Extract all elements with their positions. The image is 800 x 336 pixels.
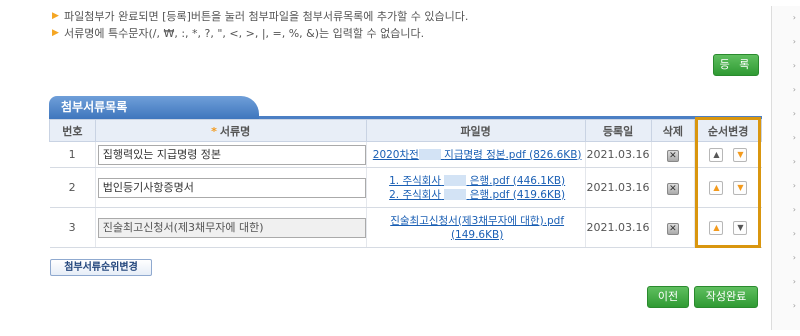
table-row: 1 집행력있는 지급명령 정본 2020차전 지급명령 정본.pdf (826.… (49, 141, 762, 168)
notice-text: 서류명에 특수문자(/, ₩, :, *, ?, ", <, >, |, =, … (64, 27, 425, 40)
attachment-table: 번호 * 서류명 파일명 등록일 삭제 순서변경 1 집행력있는 지급명령 정본 … (49, 119, 762, 248)
row-no: 2 (49, 167, 96, 208)
table-row: 3 진술최고신청서(제3채무자에 대한) 진술최고신청서(제3채무자에 대한).… (49, 207, 762, 248)
complete-button[interactable]: 작성완료 (694, 286, 758, 308)
section-tab-bar: 첨부서류목록 (49, 96, 762, 119)
chevron-right-icon[interactable]: › (772, 174, 800, 198)
row-no: 1 (49, 141, 96, 168)
delete-cell: ✕ (650, 141, 695, 168)
file-link[interactable]: 1. 주식회사 은행.pdf (446.1KB) (370, 174, 585, 188)
delete-x-icon[interactable]: ✕ (666, 182, 679, 195)
file-link[interactable]: 2. 주식회사 은행.pdf (419.6KB) (370, 188, 585, 202)
reg-date: 2021.03.16 (584, 207, 652, 248)
doc-name-cell: 집행력있는 지급명령 정본 (94, 141, 367, 168)
delete-x-icon[interactable]: ✕ (666, 222, 679, 235)
file-link-suffix: 은행.pdf (419.6KB) (469, 188, 566, 201)
table-row: 2 법인등기사항증명서 1. 주식회사 은행.pdf (446.1KB) 2. … (49, 167, 762, 208)
file-link-prefix: 2020차전 (372, 148, 419, 161)
delete-cell: ✕ (650, 167, 695, 208)
delete-x-icon[interactable]: ✕ (666, 149, 679, 162)
doc-name-input[interactable]: 집행력있는 지급명령 정본 (97, 144, 366, 165)
chevron-right-icon[interactable]: › (772, 126, 800, 150)
notice-list: ▶ 파일첨부가 완료되면 [등록]버튼을 눌러 첨부파일을 첨부서류목록에 추가… (52, 8, 468, 42)
doc-name-cell: 진술최고신청서(제3채무자에 대한) (94, 207, 367, 248)
file-link-suffix: 은행.pdf (446.1KB) (469, 174, 566, 187)
chevron-right-icon[interactable]: › (772, 150, 800, 174)
table-header-row: 번호 * 서류명 파일명 등록일 삭제 순서변경 (49, 119, 762, 142)
prev-button[interactable]: 이전 (647, 286, 689, 308)
chevron-right-icon[interactable]: › (772, 270, 800, 294)
chevron-right-icon[interactable]: › (772, 78, 800, 102)
doc-name-input: 진술최고신청서(제3채무자에 대한) (97, 217, 366, 238)
col-doc-name: * 서류명 (94, 119, 367, 142)
section-title: 첨부서류목록 (49, 96, 259, 119)
redaction-mask (444, 189, 467, 200)
col-no: 번호 (49, 119, 96, 142)
file-cell: 1. 주식회사 은행.pdf (446.1KB) 2. 주식회사 은행.pdf … (365, 167, 586, 208)
notice-text: 파일첨부가 완료되면 [등록]버튼을 눌러 첨부파일을 첨부서류목록에 추가할 … (64, 10, 469, 23)
file-link[interactable]: 2020차전 지급명령 정본.pdf (826.6KB) (370, 148, 585, 162)
col-reg-date: 등록일 (584, 119, 652, 142)
file-link-prefix: 2. 주식회사 (389, 188, 442, 201)
chevron-right-icon[interactable]: › (772, 6, 800, 30)
delete-cell: ✕ (650, 207, 695, 248)
move-up-button[interactable]: ▲ (709, 221, 724, 235)
row-no: 3 (49, 207, 96, 248)
file-cell: 2020차전 지급명령 정본.pdf (826.6KB) (365, 141, 586, 168)
order-cell: ▲ ▼ (694, 167, 762, 208)
order-cell: ▲ ▼ (694, 141, 762, 168)
chevron-right-icon[interactable]: › (772, 30, 800, 54)
file-link-prefix: 1. 주식회사 (389, 174, 442, 187)
redaction-mask (418, 149, 441, 160)
col-delete: 삭제 (650, 119, 696, 142)
chevron-right-icon[interactable]: › (772, 198, 800, 222)
redaction-mask (444, 175, 467, 186)
col-file-name: 파일명 (365, 119, 586, 142)
reg-date: 2021.03.16 (584, 141, 652, 168)
bullet-arrow-icon: ▶ (52, 28, 59, 38)
chevron-right-icon[interactable]: › (772, 102, 800, 126)
doc-name-input[interactable]: 법인등기사항증명서 (97, 177, 366, 198)
notice-item: ▶ 서류명에 특수문자(/, ₩, :, *, ?, ", <, >, |, =… (52, 25, 468, 42)
file-link[interactable]: 진술최고신청서(제3채무자에 대한).pdf (149.6KB) (370, 214, 585, 242)
required-mark: * (211, 124, 217, 138)
right-side-panel: › › › › › › › › › › › › › (771, 6, 800, 330)
register-button[interactable]: 등 록 (713, 54, 759, 76)
move-down-button[interactable]: ▼ (733, 221, 748, 235)
col-doc-name-label: 서류명 (219, 124, 251, 138)
col-order: 순서변경 (694, 119, 762, 142)
chevron-right-icon[interactable]: › (772, 222, 800, 246)
file-link-suffix: 지급명령 정본.pdf (826.6KB) (444, 148, 582, 161)
order-change-button[interactable]: 첨부서류순위변경 (50, 259, 152, 276)
order-cell: ▲ ▼ (694, 207, 762, 248)
chevron-right-icon[interactable]: › (772, 54, 800, 78)
bullet-arrow-icon: ▶ (52, 11, 59, 21)
move-up-button[interactable]: ▲ (709, 148, 724, 162)
doc-name-cell: 법인등기사항증명서 (94, 167, 367, 208)
move-up-button[interactable]: ▲ (709, 181, 724, 195)
move-down-button[interactable]: ▼ (733, 148, 748, 162)
move-down-button[interactable]: ▼ (733, 181, 748, 195)
file-cell: 진술최고신청서(제3채무자에 대한).pdf (149.6KB) (365, 207, 586, 248)
reg-date: 2021.03.16 (584, 167, 652, 208)
chevron-right-icon[interactable]: › (772, 246, 800, 270)
chevron-right-icon[interactable]: › (772, 294, 800, 318)
notice-item: ▶ 파일첨부가 완료되면 [등록]버튼을 눌러 첨부파일을 첨부서류목록에 추가… (52, 8, 468, 25)
